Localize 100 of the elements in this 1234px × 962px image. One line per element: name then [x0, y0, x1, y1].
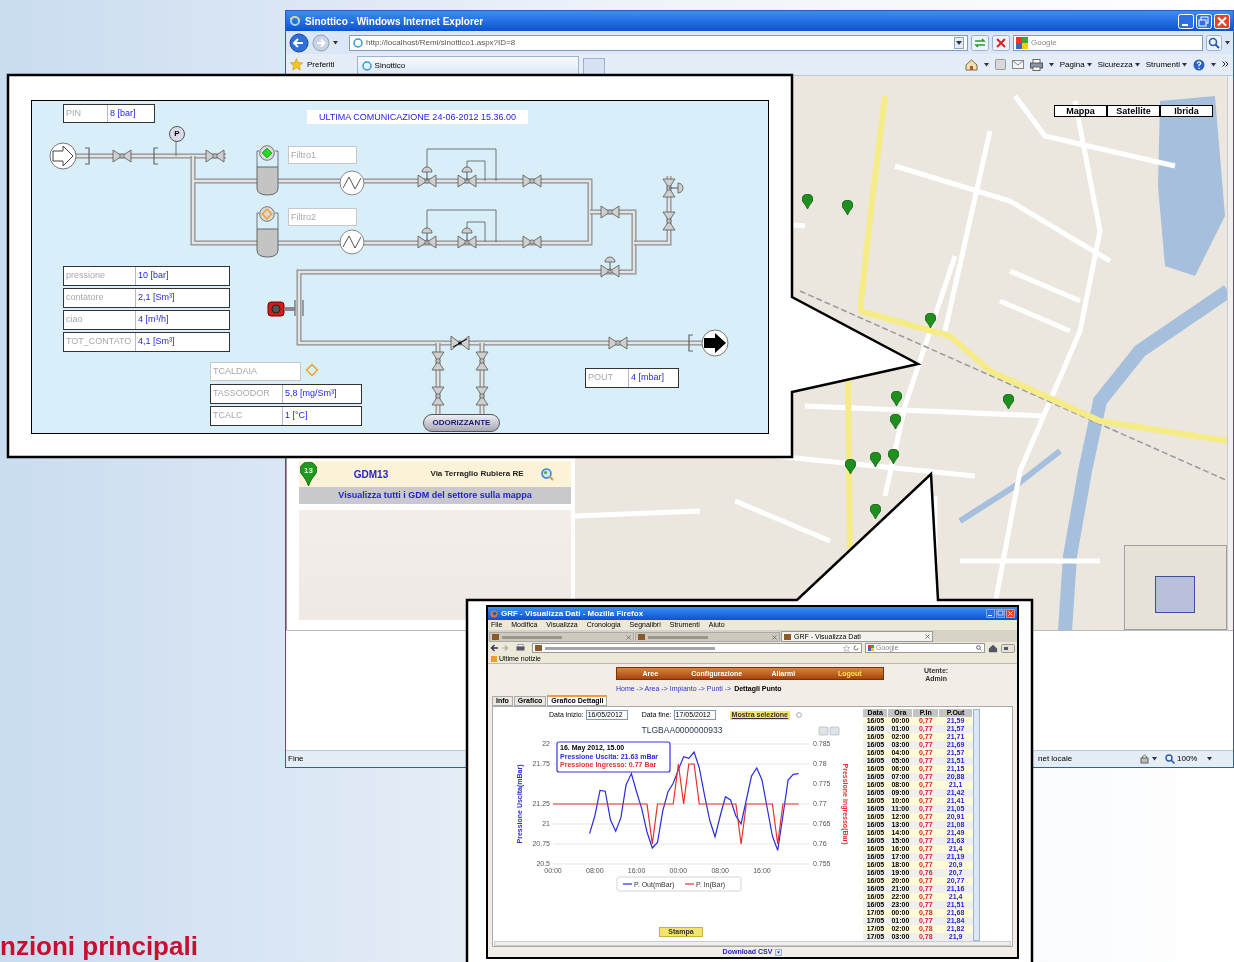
reading-value: 4,1 [Sm³] [137, 335, 176, 348]
caret-icon [333, 40, 338, 45]
lock-icon[interactable] [1140, 754, 1152, 764]
caret-icon [983, 62, 989, 67]
valve-icon [522, 174, 542, 188]
chevron-icon[interactable] [1222, 61, 1229, 68]
reading-value: 5,8 [mg/Sm³] [284, 387, 338, 400]
dropdown-icon[interactable] [954, 36, 964, 49]
close-button[interactable] [1006, 609, 1015, 618]
map-pin-icon[interactable] [842, 200, 853, 215]
refresh-icon[interactable] [853, 645, 859, 651]
marker-badge: 13 [300, 462, 317, 486]
map-type-button[interactable]: Satellite [1107, 105, 1160, 117]
close-button[interactable] [1214, 13, 1230, 29]
zoom-icon[interactable] [1165, 754, 1175, 764]
reading-value: 4 [m³/h] [137, 313, 170, 326]
star-icon[interactable] [290, 58, 303, 71]
close-icon[interactable] [925, 634, 930, 639]
slide-heading: nzioni principali [0, 931, 198, 961]
gdm-row[interactable]: 13 GDM13 Via Terraglio Rubiera RE [299, 461, 571, 487]
valve-icon [205, 149, 225, 163]
browser-tab[interactable] [635, 632, 780, 642]
maximize-button[interactable] [996, 609, 1005, 618]
url-text: http://localhost/Remi/sinottico1.aspx?ID=8 [366, 36, 516, 49]
home-icon[interactable] [964, 58, 978, 71]
control-valve-icon [600, 256, 620, 278]
reading-value: 4 [mbar] [630, 371, 665, 384]
pressure-gauge: P [169, 126, 185, 142]
search-icon[interactable] [541, 467, 554, 481]
caret-icon [1225, 40, 1230, 45]
minimize-button[interactable] [986, 609, 995, 618]
close-icon[interactable] [626, 634, 631, 640]
close-icon[interactable] [772, 634, 777, 640]
valve-icon [475, 386, 489, 406]
mail-icon[interactable] [1011, 60, 1024, 69]
reading-value: 8 [bar] [109, 107, 137, 120]
star-icon[interactable] [843, 644, 850, 652]
search-field[interactable]: Google [1013, 34, 1203, 51]
browser-tab[interactable] [489, 632, 634, 642]
map-pin-icon[interactable] [845, 459, 856, 474]
map-pin-icon[interactable] [891, 391, 902, 406]
reading-label: POUT [586, 369, 629, 387]
address-field[interactable] [532, 643, 862, 653]
caret-icon [1152, 757, 1157, 761]
valve-icon [431, 351, 445, 371]
filter-tank-icon [256, 166, 279, 196]
map-pin-icon[interactable] [870, 504, 881, 519]
chart-title: TLGBAA0000000933 [641, 725, 723, 735]
window-title: Sinottico - Windows Internet Explorer [305, 14, 484, 29]
reading-value: 2,1 [Sm³] [137, 291, 176, 304]
map-pin-icon[interactable] [1003, 394, 1014, 409]
valve-icon [431, 386, 445, 406]
search-provider-icon [868, 645, 874, 651]
print-icon[interactable] [1029, 58, 1043, 71]
reading-label: TASSOODOR [211, 385, 283, 403]
blurred-text [502, 635, 562, 639]
caret-icon [1211, 62, 1216, 67]
toolbar-menu[interactable]: Pagina [1059, 58, 1092, 71]
reading-value: 1 [°C] [284, 409, 309, 422]
map-pin-icon[interactable] [888, 449, 899, 464]
refresh-icon[interactable] [971, 34, 989, 51]
caret-icon [1086, 62, 1092, 67]
caret-icon [1048, 62, 1054, 67]
help-icon[interactable] [1193, 58, 1205, 71]
valve-icon [112, 149, 132, 163]
back-button[interactable] [490, 644, 499, 652]
caret-icon [1207, 757, 1213, 761]
map-type-button[interactable]: Ibrida [1160, 105, 1213, 117]
site-icon [784, 633, 791, 640]
favorites-label[interactable]: Preferiti [307, 58, 335, 71]
map-pin-icon[interactable] [890, 414, 901, 429]
minimize-button[interactable] [1178, 13, 1194, 29]
bookmarks-button[interactable] [1001, 643, 1015, 653]
print-icon[interactable] [516, 644, 525, 652]
status-text: Fine [288, 753, 305, 765]
viewport-rectangle[interactable] [1155, 576, 1195, 613]
gdm-name[interactable]: GDM13 [317, 466, 425, 482]
filter-tank-icon [256, 228, 279, 258]
maximize-button[interactable] [1196, 13, 1212, 29]
security-zone: net locale [1038, 753, 1074, 765]
address-field[interactable]: http://localhost/Remi/sinottico1.aspx?ID=8 [349, 34, 968, 51]
stop-icon[interactable] [992, 34, 1010, 51]
zoom-level[interactable]: 100% [1177, 753, 1198, 765]
toolbar-menu[interactable]: Strumenti [1145, 58, 1187, 71]
map-pin-icon[interactable] [870, 452, 881, 467]
map-type-button[interactable]: Mappa [1054, 105, 1107, 117]
show-all-link[interactable]: Visualizza tutti i GDM del settore sulla mappa [299, 487, 571, 504]
map-pin-icon[interactable] [802, 194, 813, 209]
vertical-scrollbar[interactable] [1227, 76, 1233, 630]
heat-exchanger-icon [339, 170, 365, 196]
toolbar-menu[interactable]: Sicurezza [1097, 58, 1140, 71]
map-pin-icon[interactable] [925, 313, 936, 328]
search-icon[interactable] [1206, 34, 1222, 51]
control-valve-icon [417, 227, 437, 249]
reading-value: 10 [bar] [137, 269, 170, 282]
back-button[interactable] [289, 32, 309, 53]
search-icon[interactable] [976, 645, 982, 651]
horizontal-scrollbar[interactable] [494, 941, 1011, 946]
vertical-scrollbar[interactable] [973, 709, 980, 941]
reading-label: PIN [64, 105, 108, 122]
